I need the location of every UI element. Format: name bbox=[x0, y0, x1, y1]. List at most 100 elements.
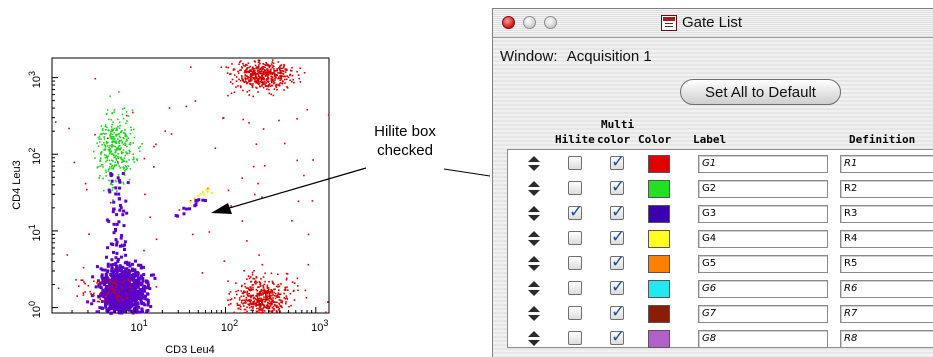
event-dot bbox=[119, 167, 122, 169]
event-dot bbox=[273, 82, 275, 85]
reorder-stepper-icon[interactable] bbox=[528, 156, 540, 172]
color-swatch[interactable] bbox=[648, 280, 670, 298]
event-dot bbox=[123, 167, 125, 169]
event-dot bbox=[82, 294, 85, 296]
event-dot bbox=[115, 283, 118, 286]
hilite-checkbox[interactable] bbox=[568, 202, 583, 222]
reorder-stepper-icon[interactable] bbox=[528, 256, 540, 272]
reorder-stepper-icon[interactable] bbox=[528, 331, 540, 347]
gate-label-field[interactable]: G2 bbox=[698, 180, 828, 198]
event-dot bbox=[146, 283, 150, 287]
hilite-checkbox[interactable] bbox=[568, 231, 582, 245]
gate-label-field[interactable]: G4 bbox=[698, 230, 828, 248]
multicolor-checkbox[interactable] bbox=[610, 252, 625, 272]
reorder-stepper-icon[interactable] bbox=[528, 206, 540, 222]
event-dot bbox=[251, 273, 254, 276]
gate-definition-field[interactable]: R2 bbox=[840, 180, 933, 198]
event-dot bbox=[94, 285, 98, 289]
gate-definition-field[interactable]: R8 bbox=[840, 330, 933, 348]
event-dot bbox=[271, 289, 273, 292]
gate-definition-field[interactable]: R3 bbox=[840, 205, 933, 223]
event-dot bbox=[133, 128, 135, 131]
event-dot bbox=[194, 203, 198, 207]
event-dot bbox=[191, 233, 194, 236]
color-swatch[interactable] bbox=[648, 205, 670, 223]
event-dot bbox=[263, 81, 266, 83]
gate-definition-field[interactable]: R4 bbox=[840, 230, 933, 248]
event-dot bbox=[285, 295, 288, 297]
event-dot bbox=[260, 292, 262, 294]
color-swatch[interactable] bbox=[648, 180, 670, 198]
event-dot bbox=[257, 66, 260, 68]
reorder-stepper-icon[interactable] bbox=[528, 281, 540, 297]
event-dot bbox=[273, 308, 275, 310]
gate-label-field[interactable]: G7 bbox=[698, 305, 828, 323]
event-dot bbox=[114, 149, 116, 151]
event-dot bbox=[243, 283, 246, 285]
hilite-checkbox[interactable] bbox=[568, 281, 582, 295]
event-dot bbox=[119, 206, 123, 210]
set-all-to-default-button[interactable]: Set All to Default bbox=[680, 79, 841, 105]
gate-label-field[interactable]: G8 bbox=[698, 330, 828, 348]
tick-label-base: 10 bbox=[31, 229, 43, 241]
gate-definition-field[interactable]: R7 bbox=[840, 305, 933, 323]
title-bar[interactable]: Gate List bbox=[493, 9, 933, 38]
multicolor-checkbox[interactable] bbox=[610, 302, 625, 322]
event-dot bbox=[252, 83, 254, 85]
multicolor-checkbox[interactable] bbox=[610, 277, 625, 297]
event-dot bbox=[115, 159, 118, 161]
hilite-checkbox[interactable] bbox=[568, 181, 582, 195]
gate-definition-field[interactable]: R5 bbox=[840, 255, 933, 273]
event-dot bbox=[256, 87, 258, 89]
color-swatch[interactable] bbox=[648, 305, 670, 323]
event-dot bbox=[229, 291, 232, 293]
event-dot bbox=[286, 75, 288, 77]
gate-label-field[interactable]: G3 bbox=[698, 205, 828, 223]
event-dot bbox=[252, 69, 255, 71]
gate-label-field[interactable]: G1 bbox=[698, 155, 828, 173]
color-swatch[interactable] bbox=[648, 230, 670, 248]
event-dot bbox=[262, 276, 265, 278]
event-dot bbox=[238, 63, 240, 65]
multicolor-checkbox[interactable] bbox=[610, 177, 625, 197]
event-dot bbox=[268, 65, 271, 68]
gate-label-field[interactable]: G6 bbox=[698, 280, 828, 298]
hilite-checkbox[interactable] bbox=[568, 256, 582, 270]
gate-definition-field[interactable]: R6 bbox=[840, 280, 933, 298]
event-dot bbox=[262, 303, 264, 306]
event-dot bbox=[255, 295, 257, 297]
reorder-stepper-icon[interactable] bbox=[528, 306, 540, 322]
zoom-button[interactable] bbox=[544, 16, 557, 29]
color-swatch[interactable] bbox=[648, 155, 670, 173]
event-dot bbox=[259, 85, 261, 88]
gate-label-field[interactable]: G5 bbox=[698, 255, 828, 273]
reorder-stepper-icon[interactable] bbox=[528, 181, 540, 197]
multicolor-checkbox[interactable] bbox=[610, 227, 625, 247]
event-dot bbox=[133, 161, 136, 163]
minimize-button[interactable] bbox=[523, 16, 536, 29]
color-swatch[interactable] bbox=[648, 330, 670, 348]
multicolor-checkbox[interactable] bbox=[610, 202, 625, 222]
event-dot bbox=[100, 153, 102, 156]
multicolor-checkbox[interactable] bbox=[610, 327, 625, 347]
event-dot bbox=[139, 145, 142, 148]
event-dot bbox=[174, 214, 178, 218]
hilite-checkbox[interactable] bbox=[568, 306, 582, 320]
event-dot bbox=[107, 282, 109, 284]
event-dot bbox=[104, 296, 107, 298]
reorder-stepper-icon[interactable] bbox=[528, 231, 540, 247]
event-dot bbox=[253, 269, 255, 272]
event-dot bbox=[260, 293, 263, 296]
event-dot bbox=[235, 80, 238, 82]
hilite-checkbox[interactable] bbox=[568, 331, 582, 345]
close-button[interactable] bbox=[502, 16, 515, 29]
multicolor-checkbox[interactable] bbox=[610, 152, 625, 172]
color-swatch[interactable] bbox=[648, 255, 670, 273]
event-dot bbox=[274, 76, 277, 78]
event-dot bbox=[249, 276, 252, 278]
event-dot bbox=[243, 291, 246, 294]
event-dot bbox=[120, 281, 123, 284]
event-dot bbox=[108, 118, 110, 121]
hilite-checkbox[interactable] bbox=[568, 156, 582, 170]
gate-definition-field[interactable]: R1 bbox=[840, 155, 933, 173]
